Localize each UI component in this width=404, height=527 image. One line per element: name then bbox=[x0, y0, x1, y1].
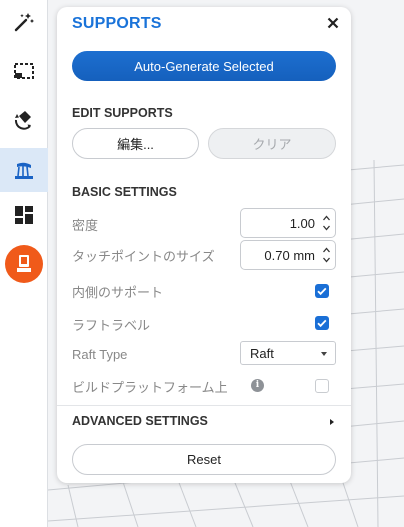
orient-tool[interactable] bbox=[0, 97, 48, 141]
supports-tool[interactable] bbox=[0, 148, 48, 192]
close-button[interactable] bbox=[325, 15, 341, 31]
raft-label-checkbox[interactable] bbox=[315, 316, 329, 330]
close-icon bbox=[327, 17, 339, 29]
print-tool[interactable] bbox=[0, 242, 48, 286]
basic-settings-heading: BASIC SETTINGS bbox=[72, 185, 177, 199]
advanced-settings-heading: ADVANCED SETTINGS bbox=[72, 414, 208, 428]
raft-type-value: Raft bbox=[250, 346, 274, 361]
chevron-right-icon bbox=[330, 419, 334, 425]
check-icon bbox=[317, 319, 327, 328]
supports-icon bbox=[15, 162, 33, 179]
reset-button[interactable]: Reset bbox=[72, 444, 336, 475]
info-icon[interactable]: i bbox=[251, 379, 264, 392]
on-platform-label: ビルドプラットフォーム上 bbox=[72, 380, 228, 395]
raft-type-label: Raft Type bbox=[72, 347, 128, 362]
panel-title: SUPPORTS bbox=[72, 15, 162, 32]
edit-supports-heading: EDIT SUPPORTS bbox=[72, 106, 173, 120]
check-icon bbox=[317, 287, 327, 296]
layout-tool[interactable] bbox=[0, 193, 48, 237]
select-region-tool[interactable] bbox=[0, 49, 48, 93]
magic-wand-tool[interactable] bbox=[0, 0, 48, 44]
stepper-arrows-icon[interactable] bbox=[322, 214, 331, 232]
supports-panel: SUPPORTS Auto-Generate Selected EDIT SUP… bbox=[57, 7, 351, 483]
raft-label-label: ラフトラベル bbox=[72, 318, 151, 333]
density-stepper[interactable]: 1.00 bbox=[240, 208, 336, 238]
auto-generate-button[interactable]: Auto-Generate Selected bbox=[72, 51, 336, 81]
print-icon bbox=[5, 245, 43, 283]
touchpoint-label: タッチポイントのサイズ bbox=[72, 249, 215, 264]
internal-supports-label: 内側のサポート bbox=[72, 285, 164, 300]
stepper-arrows-icon[interactable] bbox=[322, 246, 331, 264]
select-region-icon bbox=[14, 63, 34, 79]
edit-button[interactable]: 編集... bbox=[72, 128, 199, 159]
touchpoint-value: 0.70 mm bbox=[264, 248, 315, 263]
touchpoint-stepper[interactable]: 0.70 mm bbox=[240, 240, 336, 270]
layout-icon bbox=[15, 206, 33, 224]
chevron-down-icon bbox=[321, 352, 327, 356]
advanced-settings-toggle[interactable]: ADVANCED SETTINGS bbox=[57, 406, 351, 436]
density-label: 密度 bbox=[72, 218, 99, 233]
clear-button[interactable]: クリア bbox=[208, 128, 336, 159]
left-toolbar bbox=[0, 0, 48, 527]
orient-icon bbox=[14, 111, 31, 130]
internal-supports-checkbox[interactable] bbox=[315, 284, 329, 298]
magic-wand-icon bbox=[14, 13, 34, 32]
density-value: 1.00 bbox=[289, 216, 315, 231]
on-platform-checkbox[interactable] bbox=[315, 379, 329, 393]
raft-type-select[interactable]: Raft bbox=[240, 341, 336, 365]
